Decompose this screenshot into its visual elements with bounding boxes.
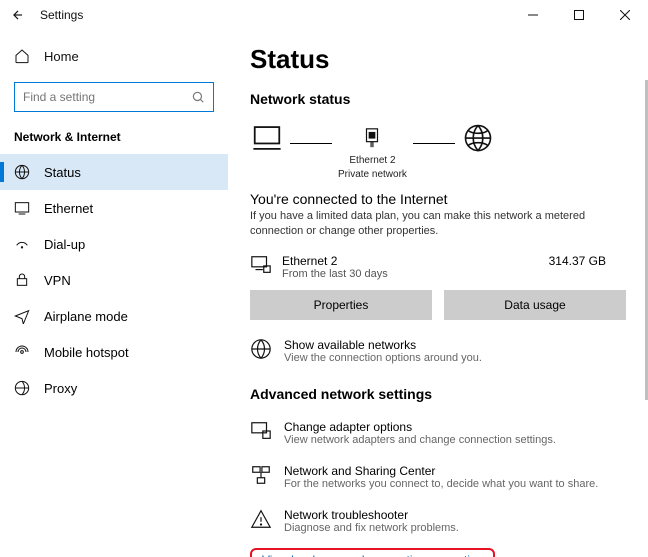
back-icon[interactable] bbox=[10, 7, 26, 23]
connected-desc: If you have a limited data plan, you can… bbox=[250, 209, 590, 240]
sidebar-item-label: Proxy bbox=[44, 381, 77, 396]
diagram-adapter-name: Ethernet 2 bbox=[349, 155, 395, 167]
status-icon bbox=[14, 164, 30, 180]
titlebar: Settings bbox=[0, 0, 648, 30]
sidebar-item-hotspot[interactable]: Mobile hotspot bbox=[0, 334, 228, 370]
connected-title: You're connected to the Internet bbox=[250, 191, 626, 207]
setting-sub: View network adapters and change connect… bbox=[284, 434, 556, 446]
sidebar-home-label: Home bbox=[44, 49, 79, 64]
sidebar-item-label: Mobile hotspot bbox=[44, 345, 129, 360]
sidebar-item-label: Ethernet bbox=[44, 201, 93, 216]
search-input[interactable] bbox=[14, 82, 214, 112]
maximize-button[interactable] bbox=[556, 0, 602, 30]
globe-icon bbox=[461, 121, 495, 155]
computer-icon bbox=[250, 121, 284, 155]
home-icon bbox=[14, 48, 30, 64]
sidebar-item-vpn[interactable]: VPN bbox=[0, 262, 228, 298]
network-sharing-center[interactable]: Network and Sharing Center For the netwo… bbox=[250, 464, 626, 490]
sidebar-item-ethernet[interactable]: Ethernet bbox=[0, 190, 228, 226]
minimize-button[interactable] bbox=[510, 0, 556, 30]
ethernet-icon bbox=[14, 200, 30, 216]
diagram-adapter-type: Private network bbox=[338, 169, 407, 181]
setting-sub: For the networks you connect to, decide … bbox=[284, 478, 598, 490]
hotspot-icon bbox=[14, 344, 30, 360]
sidebar-section-title: Network & Internet bbox=[0, 126, 228, 154]
link-view-hardware[interactable]: View hardware and connection properties bbox=[250, 548, 495, 557]
globe-icon bbox=[250, 338, 272, 360]
sharing-icon bbox=[250, 464, 272, 486]
sidebar-item-proxy[interactable]: Proxy bbox=[0, 370, 228, 406]
change-adapter-options[interactable]: Change adapter options View network adap… bbox=[250, 420, 626, 446]
setting-sub: Diagnose and fix network problems. bbox=[284, 522, 459, 534]
properties-button[interactable]: Properties bbox=[250, 290, 432, 320]
sidebar-item-label: Status bbox=[44, 165, 81, 180]
sidebar-item-status[interactable]: Status bbox=[0, 154, 228, 190]
content: Status Network status Ethernet 2 Private… bbox=[228, 30, 648, 557]
sidebar-item-label: Airplane mode bbox=[44, 309, 128, 324]
setting-name: Show available networks bbox=[284, 338, 482, 352]
ethernet-usage: 314.37 GB bbox=[549, 254, 626, 280]
section-network-status: Network status bbox=[250, 91, 626, 107]
setting-name: Network troubleshooter bbox=[284, 508, 459, 522]
adapter-icon bbox=[359, 123, 385, 153]
warning-icon bbox=[250, 508, 272, 530]
setting-name: Network and Sharing Center bbox=[284, 464, 598, 478]
adapter-options-icon bbox=[250, 420, 272, 442]
sidebar-home[interactable]: Home bbox=[0, 40, 228, 72]
proxy-icon bbox=[14, 380, 30, 396]
show-available-networks[interactable]: Show available networks View the connect… bbox=[250, 338, 626, 364]
airplane-icon bbox=[14, 308, 30, 324]
close-button[interactable] bbox=[602, 0, 648, 30]
sidebar-item-label: VPN bbox=[44, 273, 71, 288]
sidebar: Home Network & Internet Status Ethernet bbox=[0, 30, 228, 557]
network-diagram: Ethernet 2 Private network bbox=[250, 121, 626, 183]
page-title: Status bbox=[250, 44, 626, 75]
monitor-ethernet-icon bbox=[250, 254, 272, 276]
vpn-icon bbox=[14, 272, 30, 288]
ethernet-name: Ethernet 2 bbox=[282, 254, 388, 268]
sidebar-item-airplane[interactable]: Airplane mode bbox=[0, 298, 228, 334]
section-advanced: Advanced network settings bbox=[250, 386, 626, 402]
sidebar-item-label: Dial-up bbox=[44, 237, 85, 252]
network-troubleshooter[interactable]: Network troubleshooter Diagnose and fix … bbox=[250, 508, 626, 534]
setting-sub: View the connection options around you. bbox=[284, 352, 482, 364]
setting-name: Change adapter options bbox=[284, 420, 556, 434]
data-usage-button[interactable]: Data usage bbox=[444, 290, 626, 320]
ethernet-summary: Ethernet 2 From the last 30 days 314.37 … bbox=[250, 254, 626, 280]
dialup-icon bbox=[14, 236, 30, 252]
window-title: Settings bbox=[40, 8, 83, 22]
sidebar-item-dialup[interactable]: Dial-up bbox=[0, 226, 228, 262]
ethernet-sub: From the last 30 days bbox=[282, 268, 388, 280]
